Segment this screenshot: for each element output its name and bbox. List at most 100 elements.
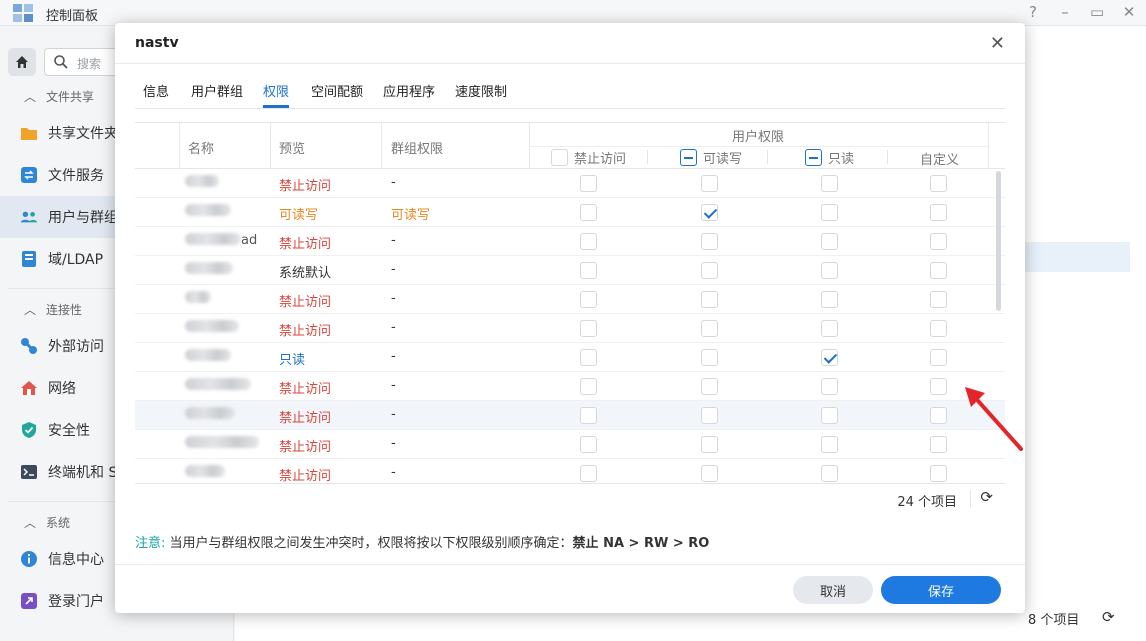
- ro-checkbox[interactable]: [821, 204, 838, 221]
- deny-checkbox[interactable]: [580, 465, 597, 482]
- rw-checkbox[interactable]: [701, 349, 718, 366]
- tab-applications[interactable]: 应用程序: [383, 81, 435, 100]
- ro-checkbox[interactable]: [821, 349, 838, 366]
- help-icon[interactable]: ?: [1026, 3, 1040, 21]
- refresh-icon[interactable]: ⟳: [980, 488, 993, 506]
- shield-icon: [20, 421, 38, 439]
- search-icon: [54, 55, 68, 69]
- custom-checkbox[interactable]: [930, 436, 947, 453]
- redacted-name: [185, 465, 225, 477]
- column-preview[interactable]: 预览: [279, 138, 305, 157]
- ro-checkbox[interactable]: [821, 378, 838, 395]
- ro-checkbox[interactable]: [821, 233, 838, 250]
- table-row[interactable]: 可读写 可读写: [135, 198, 1005, 227]
- deny-all-checkbox[interactable]: [551, 149, 568, 166]
- custom-checkbox[interactable]: [930, 291, 947, 308]
- rw-checkbox[interactable]: [701, 233, 718, 250]
- table-row[interactable]: 禁止访问 -: [135, 169, 1005, 198]
- rw-checkbox[interactable]: [701, 175, 718, 192]
- header-rw-all[interactable]: 可读写: [680, 148, 742, 167]
- custom-checkbox[interactable]: [930, 204, 947, 221]
- table-row[interactable]: ad 禁止访问 -: [135, 227, 1005, 256]
- tab-speed-limit[interactable]: 速度限制: [455, 81, 507, 100]
- close-icon[interactable]: ✕: [990, 33, 1005, 54]
- rw-checkbox[interactable]: [701, 465, 718, 482]
- header-deny-all[interactable]: 禁止访问: [551, 148, 626, 167]
- deny-checkbox[interactable]: [580, 320, 597, 337]
- rw-all-checkbox[interactable]: [680, 149, 697, 166]
- deny-checkbox[interactable]: [580, 262, 597, 279]
- table-row[interactable]: 禁止访问 -: [135, 430, 1005, 459]
- selected-user-row[interactable]: [1024, 242, 1130, 272]
- rw-checkbox[interactable]: [701, 436, 718, 453]
- ro-all-checkbox[interactable]: [805, 149, 822, 166]
- ro-checkbox[interactable]: [821, 262, 838, 279]
- custom-checkbox[interactable]: [930, 262, 947, 279]
- preview-permission: 禁止访问: [279, 440, 332, 455]
- minimize-icon[interactable]: –: [1058, 3, 1072, 21]
- column-name[interactable]: 名称: [188, 138, 214, 157]
- redacted-name: [185, 378, 251, 390]
- rw-checkbox[interactable]: [701, 291, 718, 308]
- deny-checkbox[interactable]: [580, 175, 597, 192]
- deny-checkbox[interactable]: [580, 349, 597, 366]
- table-scrollbar[interactable]: [996, 171, 1001, 311]
- deny-checkbox[interactable]: [580, 436, 597, 453]
- file-services-icon: [20, 166, 38, 184]
- preview-permission: 可读写: [279, 208, 319, 223]
- custom-checkbox[interactable]: [930, 407, 947, 424]
- custom-checkbox[interactable]: [930, 465, 947, 482]
- deny-checkbox[interactable]: [580, 291, 597, 308]
- tab-user-groups[interactable]: 用户群组: [191, 81, 243, 100]
- deny-checkbox[interactable]: [580, 233, 597, 250]
- custom-checkbox[interactable]: [930, 175, 947, 192]
- rw-checkbox[interactable]: [701, 320, 718, 337]
- cancel-button[interactable]: 取消: [793, 576, 873, 604]
- table-row[interactable]: 禁止访问 -: [135, 285, 1005, 314]
- header-ro-all[interactable]: 只读: [805, 148, 854, 167]
- ro-checkbox[interactable]: [821, 291, 838, 308]
- custom-checkbox[interactable]: [930, 320, 947, 337]
- tab-quota[interactable]: 空间配额: [311, 81, 363, 100]
- network-home-icon: [20, 379, 38, 397]
- column-group-permission[interactable]: 群组权限: [391, 138, 443, 157]
- rw-checkbox[interactable]: [701, 407, 718, 424]
- table-row[interactable]: 禁止访问 -: [135, 459, 1005, 485]
- rw-checkbox[interactable]: [701, 204, 718, 221]
- ro-checkbox[interactable]: [821, 320, 838, 337]
- close-window-icon[interactable]: ✕: [1122, 3, 1136, 21]
- save-button[interactable]: 保存: [881, 576, 1001, 604]
- group-permission: -: [391, 320, 396, 335]
- section-system[interactable]: ︿ 系统: [24, 514, 70, 531]
- ro-checkbox[interactable]: [821, 436, 838, 453]
- table-row[interactable]: 禁止访问 -: [135, 401, 1005, 430]
- user-name: [185, 320, 265, 336]
- deny-checkbox[interactable]: [580, 407, 597, 424]
- group-permission: -: [391, 349, 396, 364]
- ro-checkbox[interactable]: [821, 465, 838, 482]
- tab-info[interactable]: 信息: [143, 81, 169, 100]
- section-file-sharing[interactable]: ︿ 文件共享: [24, 88, 94, 105]
- home-button[interactable]: [8, 48, 36, 76]
- ro-checkbox[interactable]: [821, 175, 838, 192]
- custom-checkbox[interactable]: [930, 233, 947, 250]
- table-row[interactable]: 禁止访问 -: [135, 314, 1005, 343]
- background-refresh-icon[interactable]: ⟳: [1102, 608, 1115, 626]
- maximize-icon[interactable]: ▭: [1090, 3, 1104, 21]
- table-row[interactable]: 只读 -: [135, 343, 1005, 372]
- ro-checkbox[interactable]: [821, 407, 838, 424]
- users-icon: [20, 208, 38, 226]
- chevron-up-icon: ︿: [24, 303, 37, 317]
- rw-checkbox[interactable]: [701, 262, 718, 279]
- custom-checkbox[interactable]: [930, 349, 947, 366]
- table-header: 名称 预览 群组权限 用户权限 禁止访问 可读写 只读 自定义: [135, 123, 1005, 169]
- table-row[interactable]: 系统默认 -: [135, 256, 1005, 285]
- deny-checkbox[interactable]: [580, 378, 597, 395]
- rw-checkbox[interactable]: [701, 378, 718, 395]
- deny-checkbox[interactable]: [580, 204, 597, 221]
- tab-permissions[interactable]: 权限: [263, 81, 289, 100]
- column-user-permission: 用户权限: [732, 130, 785, 145]
- section-connectivity[interactable]: ︿ 连接性: [24, 301, 82, 318]
- custom-checkbox[interactable]: [930, 378, 947, 395]
- table-row[interactable]: 禁止访问 -: [135, 372, 1005, 401]
